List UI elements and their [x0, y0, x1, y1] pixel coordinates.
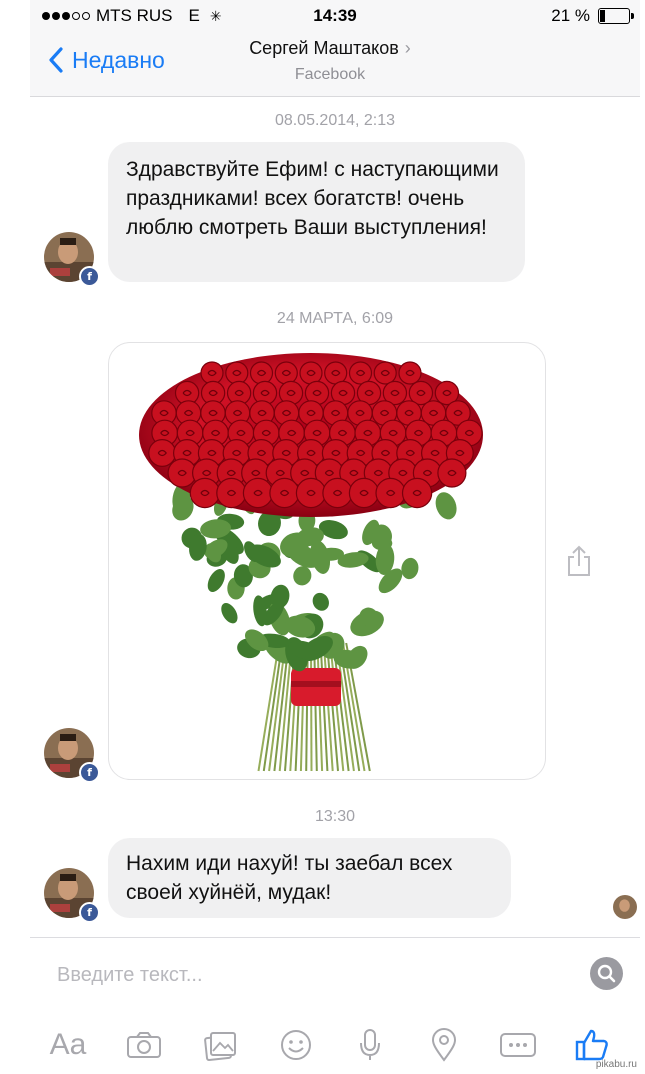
composer-divider	[30, 937, 640, 938]
chevron-right-icon: ›	[404, 38, 411, 58]
contact-source: Facebook	[294, 66, 366, 83]
like-icon	[575, 1029, 608, 1061]
message-timestamp: 08.05.2014, 2:13	[274, 112, 396, 129]
back-label: Недавно	[72, 46, 165, 73]
battery-percentage: 21 %	[551, 6, 590, 25]
emoji-icon	[281, 1030, 311, 1060]
roses-bouquet-image	[139, 353, 483, 772]
share-button[interactable]	[565, 545, 593, 582]
status-bar: MTS RUS E ✳ 14:39 21 %	[30, 0, 640, 32]
facebook-badge-icon: f	[79, 902, 100, 923]
emoji-button[interactable]	[274, 1022, 318, 1068]
gallery-icon	[204, 1032, 236, 1061]
conversation-title[interactable]: Сергей Маштаков › Facebook	[200, 38, 460, 84]
back-button[interactable]: Недавно	[48, 46, 165, 74]
status-right: 21 %	[551, 6, 634, 26]
facebook-badge-icon: f	[79, 762, 100, 783]
facebook-badge-icon: f	[79, 266, 100, 287]
text-format-button[interactable]: Aa	[46, 1022, 90, 1068]
microphone-button[interactable]	[348, 1022, 392, 1068]
battery-tip	[631, 13, 634, 19]
message-bubble[interactable]: Здравствуйте Ефим! с наступающими праздн…	[108, 142, 525, 282]
location-button[interactable]	[422, 1022, 466, 1068]
message-text: Здравствуйте Ефим! с наступающими праздн…	[126, 158, 499, 239]
avatar-photo	[613, 895, 637, 919]
message-bubble[interactable]: Нахим иди нахуй! ты заебал всех своей ху…	[108, 838, 511, 918]
more-button[interactable]	[496, 1022, 540, 1068]
more-icon	[500, 1033, 536, 1057]
share-icon	[568, 545, 590, 576]
message-timestamp: 13:30	[314, 808, 356, 825]
battery-icon	[598, 8, 634, 24]
right-edge	[635, 0, 645, 1074]
location-icon	[431, 1028, 457, 1062]
image-message[interactable]	[108, 342, 546, 780]
battery-level	[600, 10, 605, 22]
camera-button[interactable]	[122, 1022, 166, 1068]
composer-toolbar: Aa	[30, 1022, 640, 1068]
text-format-icon: Aa	[49, 1028, 87, 1061]
search-button[interactable]	[590, 957, 623, 990]
status-time: 14:39	[313, 6, 357, 25]
contact-name: Сергей Маштаков	[249, 38, 399, 58]
gallery-button[interactable]	[198, 1022, 242, 1068]
message-input[interactable]	[55, 958, 579, 992]
message-text: Нахим иди нахуй! ты заебал всех своей ху…	[126, 852, 453, 904]
read-receipt-avatar	[613, 895, 637, 919]
message-timestamp: 24 МАРТА, 6:09	[276, 310, 394, 327]
left-edge	[0, 0, 30, 1074]
chevron-left-icon	[49, 47, 63, 73]
microphone-icon	[360, 1029, 380, 1060]
search-icon	[597, 964, 616, 983]
watermark: pikabu.ru	[595, 1059, 637, 1070]
camera-icon	[127, 1032, 161, 1058]
